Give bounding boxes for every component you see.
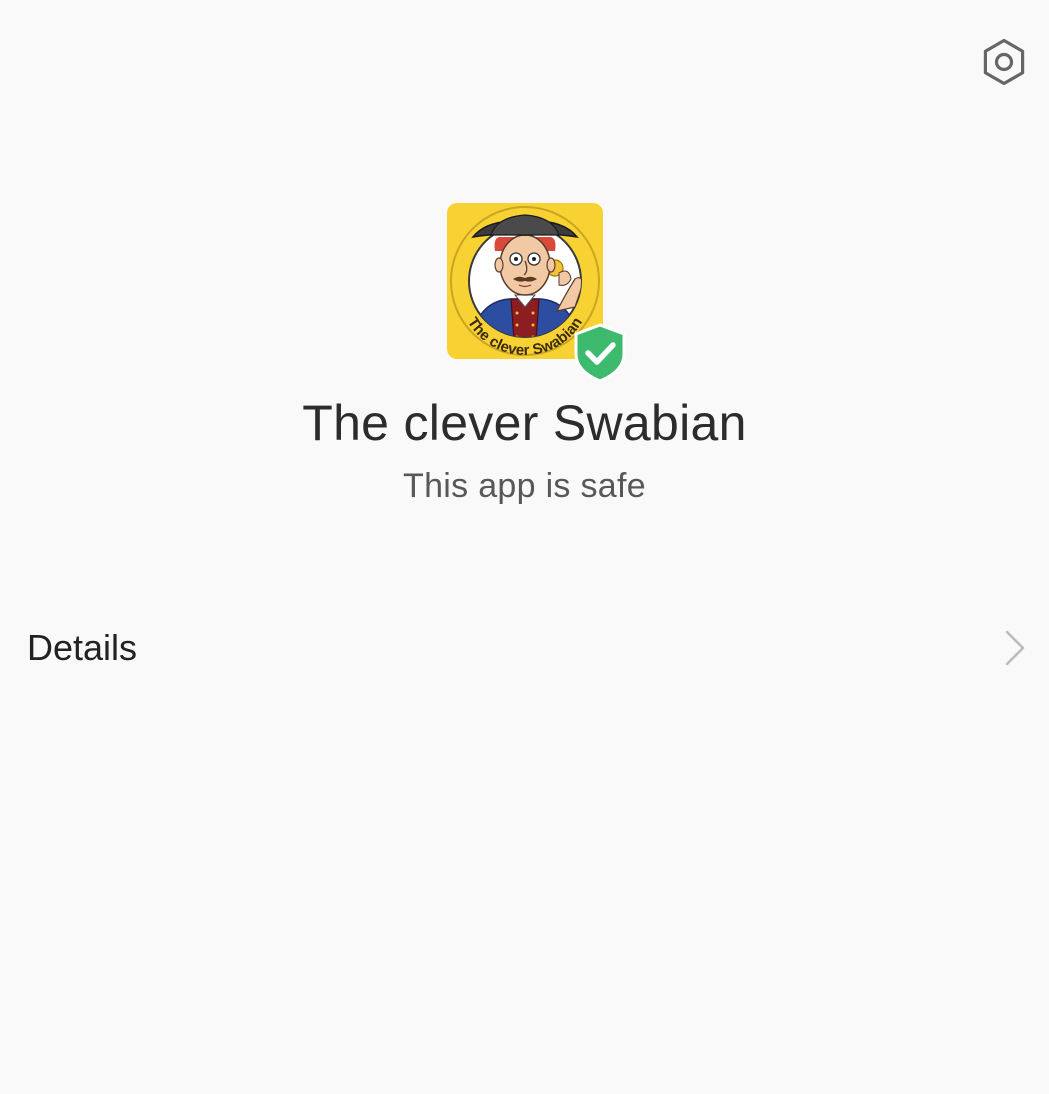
settings-button[interactable] <box>974 34 1034 90</box>
details-label: Details <box>27 627 138 668</box>
details-row[interactable]: Details <box>0 604 1049 692</box>
app-icon-container: The clever Swabian <box>447 203 627 383</box>
shield-check-icon <box>574 323 626 383</box>
app-name: The clever Swabian <box>302 395 747 451</box>
gear-icon <box>983 38 1025 86</box>
chevron-right-icon <box>1005 630 1025 666</box>
safety-status: This app is safe <box>403 467 646 505</box>
